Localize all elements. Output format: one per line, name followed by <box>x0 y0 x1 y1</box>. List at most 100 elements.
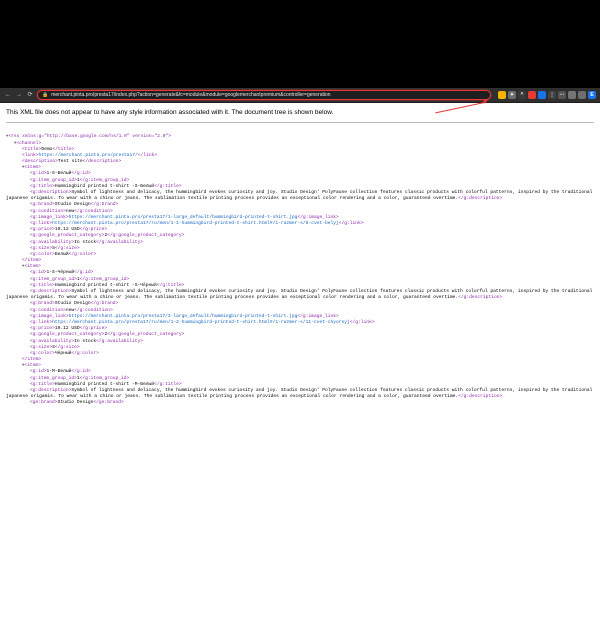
xml-open: <description> <box>22 159 58 164</box>
xml-text: https://merchant.pinta.pro/presta17/ <box>39 153 138 158</box>
xml-close: </g:description> <box>458 394 502 399</box>
ext-icon[interactable] <box>498 91 506 99</box>
xml-open: <g:condition> <box>30 308 66 313</box>
address-bar[interactable]: 🔒 merchant.pinta.pro/presta17/index.php?… <box>37 90 491 100</box>
ext-icon[interactable] <box>578 91 586 99</box>
xml-text: 1-S-Белый <box>47 171 72 176</box>
ext-icon[interactable]: E <box>588 91 596 99</box>
xml-text: Demo <box>41 147 52 152</box>
xml-open: <g:id> <box>30 171 47 176</box>
xml-open: <g:color> <box>30 252 55 257</box>
xml-close: </g:description> <box>458 295 502 300</box>
xml-text: 19.12 USD <box>55 326 80 331</box>
xml-close: </g:condition> <box>74 209 113 214</box>
lock-icon: 🔒 <box>42 92 48 98</box>
xml-text: Studio Design <box>55 301 91 306</box>
xml-close: </g:price> <box>80 227 108 232</box>
xml-open: <g:item_group_id> <box>30 376 77 381</box>
forward-button[interactable]: → <box>15 91 23 99</box>
xml-close: </g:link> <box>350 320 375 325</box>
address-bar-url: merchant.pinta.pro/presta17/index.php?ac… <box>51 92 330 98</box>
ext-icon[interactable] <box>568 91 576 99</box>
ext-icon[interactable]: ⋯ <box>558 91 566 99</box>
xml-text: Test site <box>58 159 83 164</box>
xml-close: </g:link> <box>339 221 364 226</box>
xml-close: </g:color> <box>71 351 99 356</box>
xml-open: <g:description> <box>30 289 71 294</box>
xml-tree: ▾<rss xmlns:g="http://base.google.com/ns… <box>6 128 594 413</box>
xml-text: Hummingbird printed t-shirt -M-Белый <box>55 382 154 387</box>
xml-close: </g:size> <box>55 345 80 350</box>
xml-close: </link> <box>138 153 157 158</box>
xml-open: <g:condition> <box>30 209 66 214</box>
ext-icon[interactable]: ⋮ <box>548 91 556 99</box>
xml-item: <item> <box>24 264 41 269</box>
xml-text: https://merchant.pinta.pro/presta17/1-la… <box>69 314 298 319</box>
xml-text: Symbol of lightness and delicacy, the hu… <box>6 190 595 201</box>
xml-open: <ge:brand> <box>30 400 58 405</box>
xml-close: </g:availability> <box>96 240 143 245</box>
xml-open: <g:item_group_id> <box>30 178 77 183</box>
xml-close: </ge:brand> <box>93 400 123 405</box>
browser-toolbar: ← → ⟳ 🔒 merchant.pinta.pro/presta17/inde… <box>0 88 600 103</box>
xml-text: Белый <box>55 252 69 257</box>
xml-open: <g:size> <box>30 246 52 251</box>
xml-open: <g:id> <box>30 369 47 374</box>
xml-open: <g:description> <box>30 388 71 393</box>
xml-text: In stock <box>74 240 96 245</box>
xml-item: <item> <box>24 165 41 170</box>
xml-close: </g:item_group_id> <box>80 178 130 183</box>
ext-icon[interactable] <box>528 91 536 99</box>
xml-text: In stock <box>74 339 96 344</box>
xml-close: </g:id> <box>74 270 93 275</box>
xml-close: </g:id> <box>71 369 90 374</box>
xml-open: <g:brand> <box>30 202 55 207</box>
xml-close: </g:title> <box>154 382 182 387</box>
xml-open: <g:title> <box>30 283 55 288</box>
xml-item-close: </item> <box>22 258 41 263</box>
xml-close: </title> <box>52 147 74 152</box>
ext-icon[interactable] <box>538 91 546 99</box>
xml-close: </g:condition> <box>74 308 113 313</box>
xml-text: Hummingbird printed t-shirt -S-Белый <box>55 184 154 189</box>
xml-close: </g:image_link> <box>297 215 338 220</box>
xml-close: </g:id> <box>71 171 90 176</box>
xml-close: </g:color> <box>69 252 97 257</box>
xml-close: </g:image_link> <box>297 314 338 319</box>
xml-close: </g:price> <box>80 326 108 331</box>
xml-open: <g:availability> <box>30 339 74 344</box>
xml-open: <g:title> <box>30 184 55 189</box>
xml-root: <rss xmlns:g="http://base.google.com/ns/… <box>8 134 171 139</box>
ext-icon[interactable]: ✦ <box>508 91 516 99</box>
xml-open: <g:google_product_category> <box>30 332 104 337</box>
xml-open: <g:link> <box>30 320 52 325</box>
xml-text: 19.12 USD <box>55 227 80 232</box>
xml-text: Symbol of lightness and delicacy, the hu… <box>6 388 595 399</box>
xml-no-style-notice: This XML file does not appear to have an… <box>6 109 594 117</box>
xml-open: <g:image_link> <box>30 215 69 220</box>
xml-text: https://merchant.pinta.pro/presta17/ru/m… <box>52 221 339 226</box>
xml-text: Hummingbird printed t-shirt -S-Чёрный <box>55 283 157 288</box>
xml-close: </g:brand> <box>91 202 119 207</box>
reload-button[interactable]: ⟳ <box>26 91 34 99</box>
xml-text: 1-S-Чёрный <box>47 270 75 275</box>
xml-close: </g:google_product_category> <box>107 233 184 238</box>
xml-open: <g:availability> <box>30 240 74 245</box>
xml-open: <g:color> <box>30 351 55 356</box>
xml-open: <g:link> <box>30 221 52 226</box>
xml-open: <g:price> <box>30 326 55 331</box>
xml-open: <g:size> <box>30 345 52 350</box>
xml-close: </g:google_product_category> <box>107 332 184 337</box>
xml-close: </g:brand> <box>91 301 119 306</box>
window-top-blackbar <box>0 0 600 88</box>
ext-icon[interactable]: ^ <box>518 91 526 99</box>
back-button[interactable]: ← <box>4 91 12 99</box>
xml-close: </g:description> <box>458 196 502 201</box>
xml-open: <title> <box>22 147 41 152</box>
bottom-whitespace <box>0 419 600 619</box>
xml-open: <g:title> <box>30 382 55 387</box>
xml-open: <g:id> <box>30 270 47 275</box>
xml-close: </g:title> <box>154 184 182 189</box>
xml-close: </g:availability> <box>96 339 143 344</box>
xml-open: <g:google_product_category> <box>30 233 104 238</box>
